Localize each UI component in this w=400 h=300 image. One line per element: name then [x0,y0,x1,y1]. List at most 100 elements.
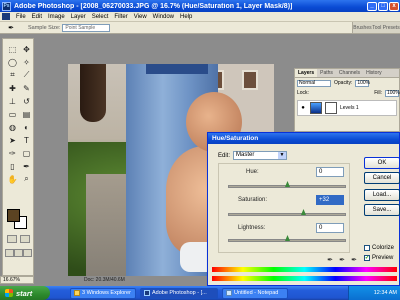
path-selection-tool-icon[interactable]: ➤ [6,134,19,146]
eraser-tool-icon[interactable]: ▭ [6,108,19,120]
eyedropper-minus-icon[interactable]: ✒ [350,257,358,265]
screen-mode-full-menu-button[interactable] [14,249,23,257]
minimize-button[interactable]: _ [367,1,377,11]
load-button[interactable]: Load... [364,189,400,201]
edit-row: Edit: Master ▼ [218,151,288,160]
taskbar-item-photoshop[interactable]: Adobe Photoshop - [... [140,287,218,299]
tab-layers[interactable]: Layers [295,69,318,77]
menu-filter[interactable]: Filter [111,14,130,20]
pen-tool-icon[interactable]: ✑ [6,147,19,159]
dialog-title: Hue/Saturation [208,133,399,144]
edit-select[interactable]: Master ▼ [233,151,288,160]
hand-tool-icon[interactable]: ✋ [6,173,19,185]
move-tool-icon[interactable]: ✥ [20,43,33,55]
start-button[interactable]: start [0,286,50,300]
save-button[interactable]: Save... [364,204,400,216]
marquee-tool-icon[interactable]: ⬚ [6,43,19,55]
eyedropper-plus-icon[interactable]: ✒ [338,257,346,265]
taskbar-item-explorer[interactable]: 3 Windows Explorer [70,287,136,299]
preview-box[interactable]: ✔ [364,255,370,261]
edit-label: Edit: [218,152,231,159]
colorize-box[interactable] [364,245,370,251]
eyedropper-icon[interactable]: ✒ [326,257,334,265]
blur-tool-icon[interactable]: ◍ [6,121,19,133]
edit-select-value: Master [236,152,255,158]
eyedropper-preset-icon[interactable]: ✒ [4,23,18,32]
menu-help[interactable]: Help [177,14,195,20]
toolbox: ⬚ ✥ ◯ ✧ ⌗ ⟋ ✚ ✎ ⊥ ↺ ▭ ▤ ◍ ◐ ➤ T ✑ ▢ ▯ ✒ … [2,38,34,276]
fill-field[interactable]: 100% [385,89,400,97]
close-button[interactable]: x [389,1,399,11]
taskbar-item-notepad[interactable]: Untitled - Notepad [222,287,288,299]
clock[interactable]: 12:34 AM [374,290,397,296]
quick-mask-mode-button[interactable] [20,235,30,243]
menu-view[interactable]: View [131,14,150,20]
gradient-tool-icon[interactable]: ▤ [20,108,33,120]
shape-tool-icon[interactable]: ▢ [20,147,33,159]
saturation-slider-track[interactable] [228,213,346,216]
blend-mode-select[interactable]: Normal [297,79,331,87]
lasso-tool-icon[interactable]: ◯ [6,56,19,68]
cancel-button[interactable]: Cancel [364,172,400,184]
hue-saturation-dialog: Hue/Saturation Edit: Master ▼ Hue: 0 Sat… [207,132,400,286]
standard-mode-button[interactable] [7,235,17,243]
notes-tool-icon[interactable]: ▯ [6,160,19,172]
menu-window[interactable]: Window [150,14,177,20]
dodge-tool-icon[interactable]: ◐ [20,121,33,133]
adjusted-color-bar [212,276,397,281]
clone-stamp-tool-icon[interactable]: ⊥ [6,95,19,107]
brush-tool-icon[interactable]: ✎ [20,82,33,94]
crop-tool-icon[interactable]: ⌗ [6,69,19,81]
sample-size-select[interactable]: Point Sample [62,23,111,32]
lock-row: Lock: Fill: 100% [295,88,400,98]
menu-image[interactable]: Image [45,14,68,20]
visibility-eye-icon[interactable]: ● [299,104,307,112]
zoom-tool-icon[interactable]: ⌕ [20,173,33,185]
menu-edit[interactable]: Edit [29,14,45,20]
hue-field[interactable]: 0 [316,167,344,177]
lightness-label: Lightness: [238,225,266,231]
photo-house-window [242,70,258,90]
app-menu-icon[interactable] [2,13,10,20]
type-tool-icon[interactable]: T [20,134,33,146]
opacity-field[interactable]: 100% [355,79,370,87]
photoshop-logo-icon: Ps [2,1,11,11]
maximize-button[interactable]: □ [378,1,388,11]
tab-channels[interactable]: Channels [336,69,363,77]
windows-flag-icon [5,289,13,297]
preview-checkbox[interactable]: ✔ Preview [364,255,393,261]
colorize-label: Colorize [372,245,395,251]
start-label: start [16,288,33,298]
tab-paths[interactable]: Paths [317,69,336,77]
tab-history[interactable]: History [363,69,385,77]
sample-size-label: Sample Size: [28,24,61,31]
healing-brush-tool-icon[interactable]: ✚ [6,82,19,94]
tool-presets-tab[interactable]: Tool Presets [372,25,400,31]
zoom-level[interactable]: 16.67% [0,276,34,284]
magic-wand-tool-icon[interactable]: ✧ [20,56,33,68]
brushes-tab[interactable]: Brushes [353,25,371,31]
blend-row: Normal Opacity: 100% [295,78,399,88]
taskbar-item-label: Untitled - Notepad [234,289,279,296]
history-brush-tool-icon[interactable]: ↺ [20,95,33,107]
menu-select[interactable]: Select [89,14,112,20]
screen-mode-standard-button[interactable] [5,249,14,257]
layer-mask-thumbnail[interactable] [325,102,337,114]
lightness-field[interactable]: 0 [316,223,344,233]
slice-tool-icon[interactable]: ⟋ [20,69,33,81]
layer-row[interactable]: ● Levels 1 [297,100,397,116]
screen-mode-full-button[interactable] [23,249,32,257]
menu-layer[interactable]: Layer [68,14,89,20]
ok-button[interactable]: OK [364,157,400,169]
menu-file[interactable]: File [13,14,29,20]
colorize-checkbox[interactable]: Colorize [364,245,394,251]
menu-bar: File Edit Image Layer Select Filter View… [0,12,400,22]
preview-label: Preview [372,255,394,261]
fill-label: Fill: [374,90,382,96]
foreground-color-swatch[interactable] [7,209,20,222]
folder-icon [74,290,80,296]
saturation-field[interactable]: +32 [316,195,344,205]
window-title: Adobe Photoshop - [2008_06270033.JPG @ 1… [14,2,293,10]
eyedropper-tool-icon[interactable]: ✒ [20,160,33,172]
saturation-label: Saturation: [238,197,268,203]
